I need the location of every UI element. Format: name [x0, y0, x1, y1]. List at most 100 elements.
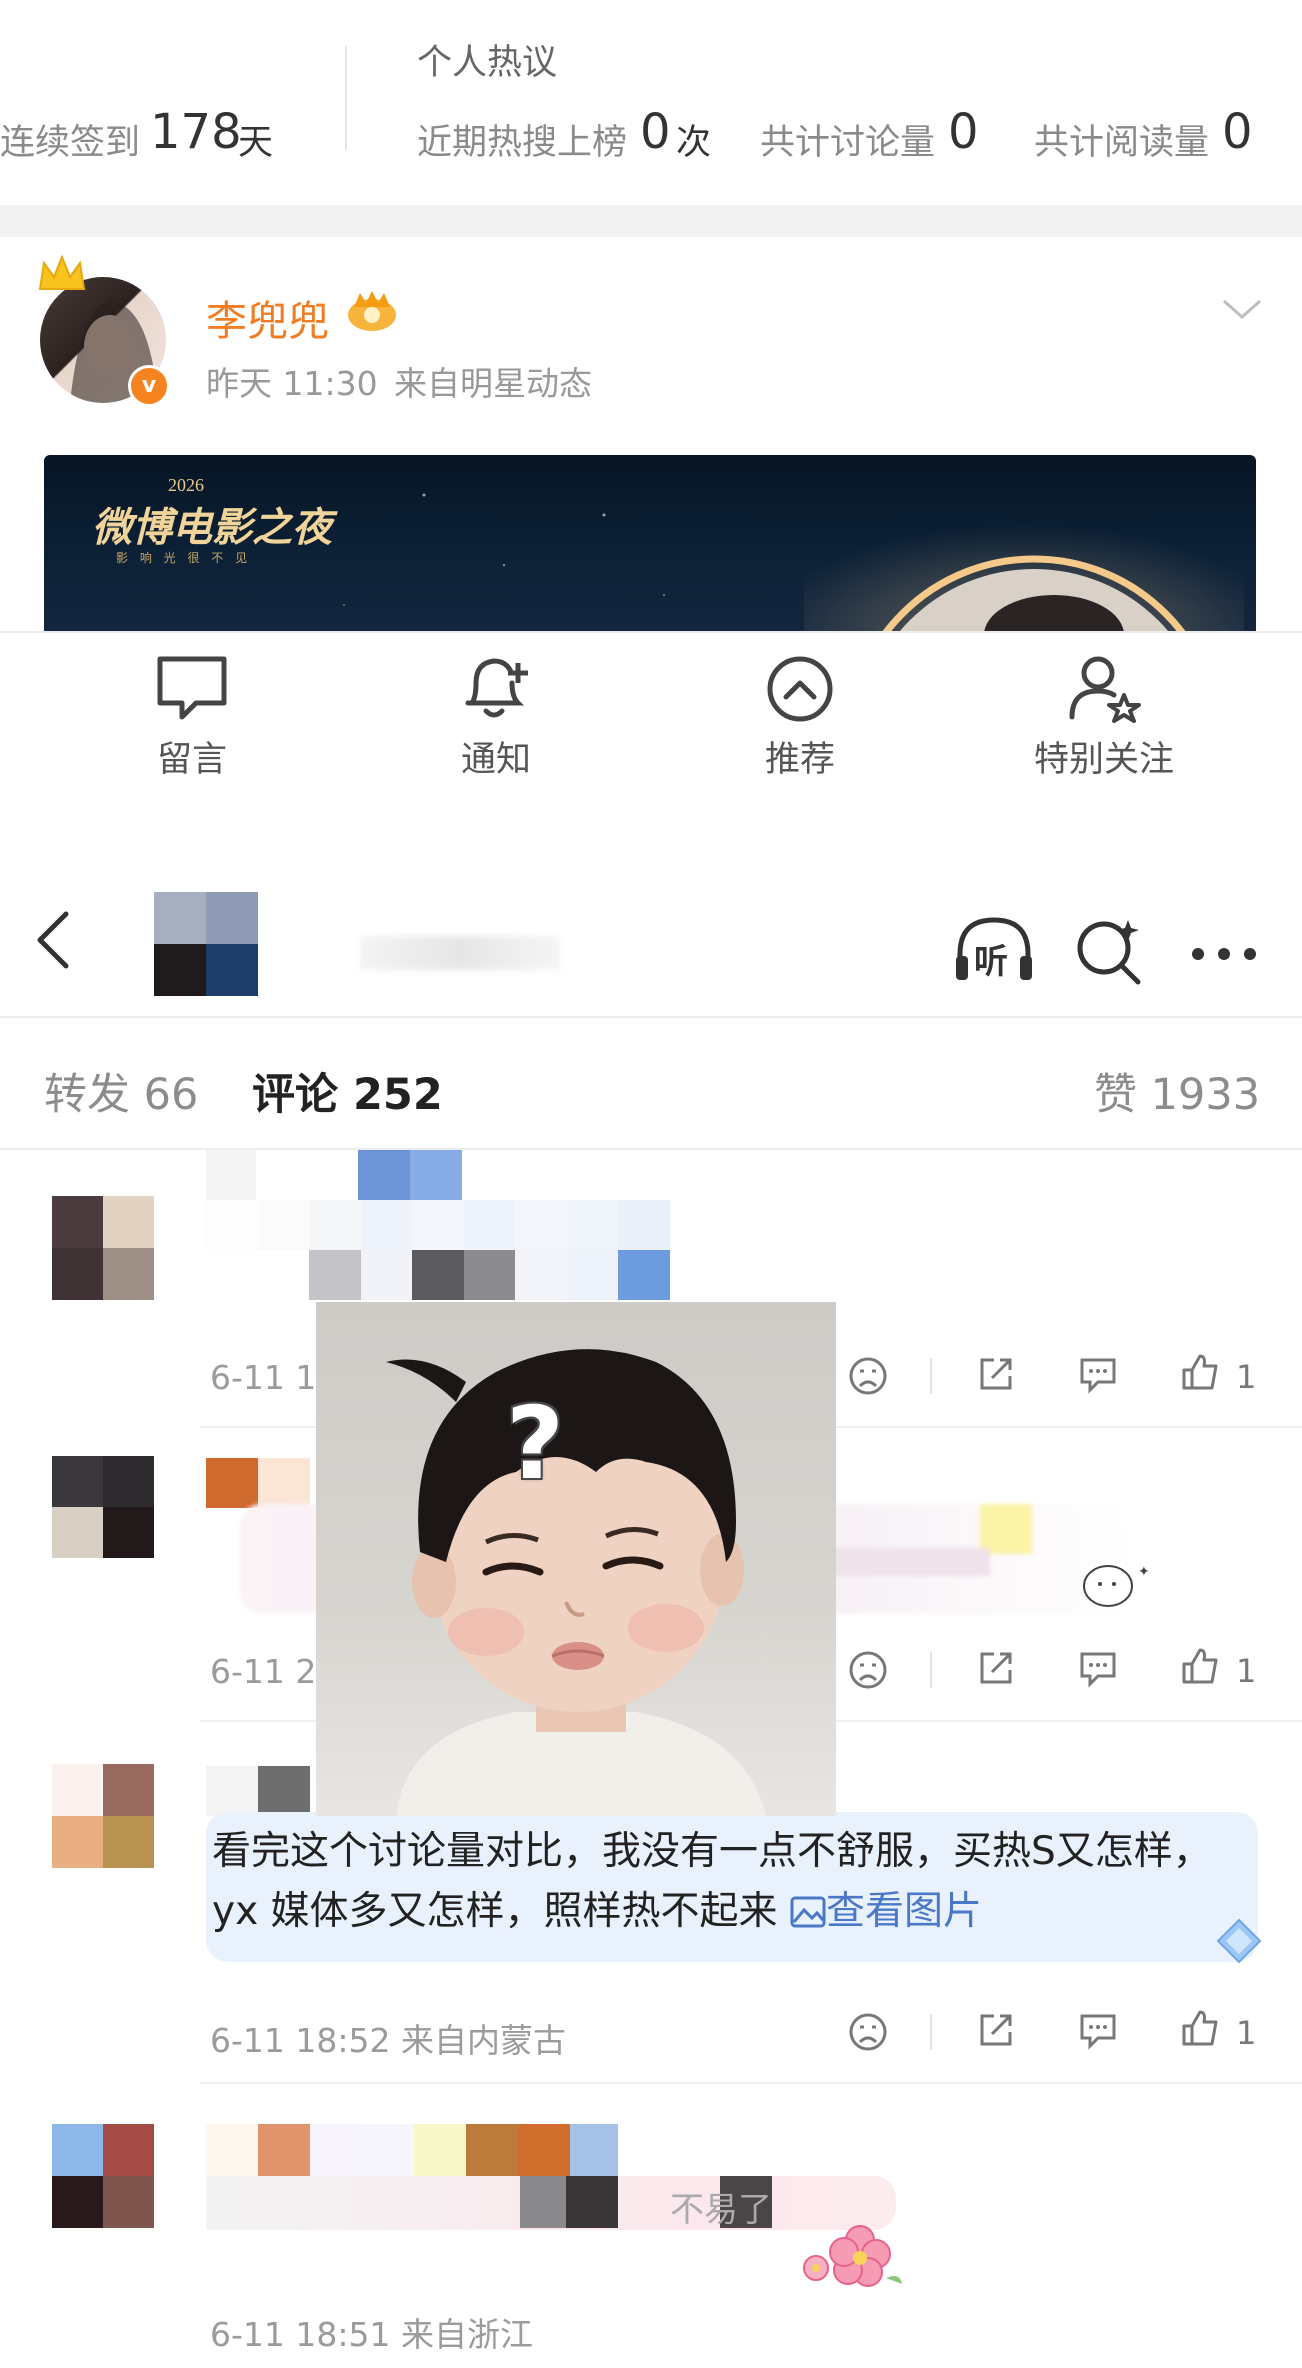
action-recommend[interactable]: 推荐: [700, 653, 900, 782]
tab-like-count: 1933: [1150, 1070, 1261, 1120]
share-icon[interactable]: [976, 1648, 1016, 1688]
like-thumb-icon[interactable]: [1180, 2008, 1220, 2048]
message-icon: [157, 656, 227, 720]
dislike-face-icon[interactable]: [848, 1650, 888, 1690]
hot-unit: 次: [676, 123, 712, 163]
share-icon[interactable]: [976, 2010, 1016, 2050]
section-gap: [0, 205, 1302, 237]
tabs-bar: 转发 66 评论 252 赞 1933: [0, 1016, 1302, 1150]
comment-text-blurred: [206, 1200, 670, 1300]
read-value: 0: [1222, 104, 1253, 160]
action-divider: [930, 2014, 932, 2050]
tab-repost-count: 66: [143, 1070, 199, 1120]
tab-comment[interactable]: 评论 252: [252, 1060, 443, 1122]
back-arrow-icon[interactable]: [34, 910, 74, 970]
signin-value: 178: [150, 104, 242, 160]
action-notify[interactable]: 通知: [396, 653, 596, 782]
tab-comment-count: 252: [352, 1070, 443, 1120]
banner-ring-graphic: [804, 455, 1244, 631]
child-photo: [386, 1349, 766, 1816]
tab-comment-label: 评论: [252, 1070, 338, 1120]
reply-icon[interactable]: [1078, 2010, 1118, 2050]
action-special-follow[interactable]: 特别关注: [1004, 653, 1204, 782]
commenter-avatar-blurred[interactable]: [52, 1764, 154, 1868]
post-source: 来自明星动态: [394, 364, 592, 403]
comment-meta: 6-11 18:52 来自内蒙古: [210, 2021, 566, 2060]
like-count: 1: [1236, 2014, 1257, 2052]
tab-like[interactable]: 赞 1933: [1094, 1060, 1260, 1122]
comment-bubble: 看完这个讨论量对比，我没有一点不舒服，买热S又怎样，yx 媒体多又怎样，照样热不…: [206, 1812, 1258, 1962]
signin-unit: 天: [238, 123, 274, 163]
nav-bar: 听: [0, 860, 1302, 1018]
chevron-up-circle-icon: [767, 656, 833, 722]
nav-avatar-blurred[interactable]: [154, 892, 258, 996]
search-icon[interactable]: [1074, 916, 1144, 986]
action-notify-label: 通知: [460, 740, 531, 780]
sticker-bear-icon: ✦: [1083, 1564, 1150, 1607]
view-image-link[interactable]: 查看图片: [790, 1889, 982, 1934]
signin-label: 连续签到: [0, 123, 141, 163]
reply-icon[interactable]: [1078, 1648, 1118, 1688]
action-divider: [930, 1652, 932, 1688]
commenter-avatar-blurred[interactable]: [52, 1196, 154, 1300]
commenter-name-blurred: [206, 1150, 462, 1200]
author-name[interactable]: 李兜兜: [206, 287, 329, 347]
section-title: 个人热议: [417, 43, 558, 83]
action-divider: [930, 1358, 932, 1394]
commenter-name-blurred: [206, 1766, 310, 1816]
read-label: 共计阅读量: [1034, 123, 1210, 163]
action-row: 留言 通知 推荐 特别关注: [0, 631, 1302, 823]
reaction-image-popup[interactable]: ?: [316, 1302, 836, 1816]
share-icon[interactable]: [976, 1354, 1016, 1394]
post-banner-image[interactable]: 2026 微博电影之夜 影 响 光 很 不 见: [44, 455, 1256, 631]
question-mark: ?: [506, 1385, 565, 1502]
hot-value: 0: [640, 104, 671, 160]
nav-username-blurred: [360, 936, 560, 970]
user-star-icon: [1069, 656, 1141, 723]
discuss-value: 0: [948, 104, 979, 160]
stats-header: 连续签到 178 天 个人热议 近期热搜上榜 0 次 共计讨论量 0 共计阅读量…: [0, 0, 1302, 205]
dislike-face-icon[interactable]: [848, 1356, 888, 1396]
chevron-down-icon[interactable]: [1222, 297, 1262, 321]
dislike-face-icon[interactable]: [848, 2012, 888, 2052]
like-count: 1: [1236, 1652, 1257, 1690]
comment-text: 看完这个讨论量对比，我没有一点不舒服，买热S又怎样，yx 媒体多又怎样，照样热不…: [212, 1822, 1252, 1942]
commenter-avatar-blurred[interactable]: [52, 2124, 154, 2228]
comment-meta: 6-11 2: [210, 1652, 317, 1691]
post-time: 昨天 11:30: [206, 364, 378, 403]
stats-divider: [345, 46, 347, 150]
listen-button[interactable]: 听: [952, 912, 1036, 992]
tab-repost[interactable]: 转发 66: [44, 1060, 198, 1122]
vip-badge-icon[interactable]: [344, 289, 400, 333]
banner-stars: [343, 493, 665, 606]
tab-like-label: 赞: [1094, 1070, 1137, 1120]
view-image-label: 查看图片: [825, 1889, 982, 1934]
crown-icon: [38, 255, 86, 290]
discuss-label: 共计讨论量: [760, 123, 936, 163]
bell-plus-icon: [465, 658, 528, 718]
commenter-name-blurred: [206, 2124, 618, 2176]
comment-text-body: 看完这个讨论量对比，我没有一点不舒服，买热S又怎样，yx 媒体多又怎样，照样热不…: [212, 1829, 1212, 1934]
tab-repost-label: 转发: [44, 1070, 130, 1120]
verified-badge: v: [128, 365, 170, 407]
action-message-label: 留言: [156, 740, 227, 780]
listen-label: 听: [974, 942, 1008, 982]
reply-icon[interactable]: [1078, 1354, 1118, 1394]
commenter-avatar-blurred[interactable]: [52, 1456, 154, 1558]
image-icon: [790, 1896, 826, 1928]
svg-text:✦: ✦: [1138, 1564, 1150, 1580]
like-thumb-icon[interactable]: [1180, 1646, 1220, 1686]
comment-meta: 6-11 18:51 来自浙江: [210, 2315, 533, 2354]
action-recommend-label: 推荐: [764, 740, 835, 780]
action-special-follow-label: 特别关注: [1033, 740, 1174, 780]
diamond-sparkle-icon: [1216, 1918, 1262, 1964]
like-count: 1: [1236, 1358, 1257, 1396]
comment-item: 不易了 6-11 18:51 来自浙江: [0, 2084, 1302, 2368]
comment-partial-text: 不易了: [670, 2190, 772, 2230]
flower-sticker-icon: [803, 2225, 902, 2287]
hot-label: 近期热搜上榜: [417, 123, 628, 163]
commenter-name-blurred: [206, 1458, 310, 1508]
action-message[interactable]: 留言: [92, 653, 292, 782]
more-icon[interactable]: [1190, 944, 1260, 964]
like-thumb-icon[interactable]: [1180, 1352, 1220, 1392]
